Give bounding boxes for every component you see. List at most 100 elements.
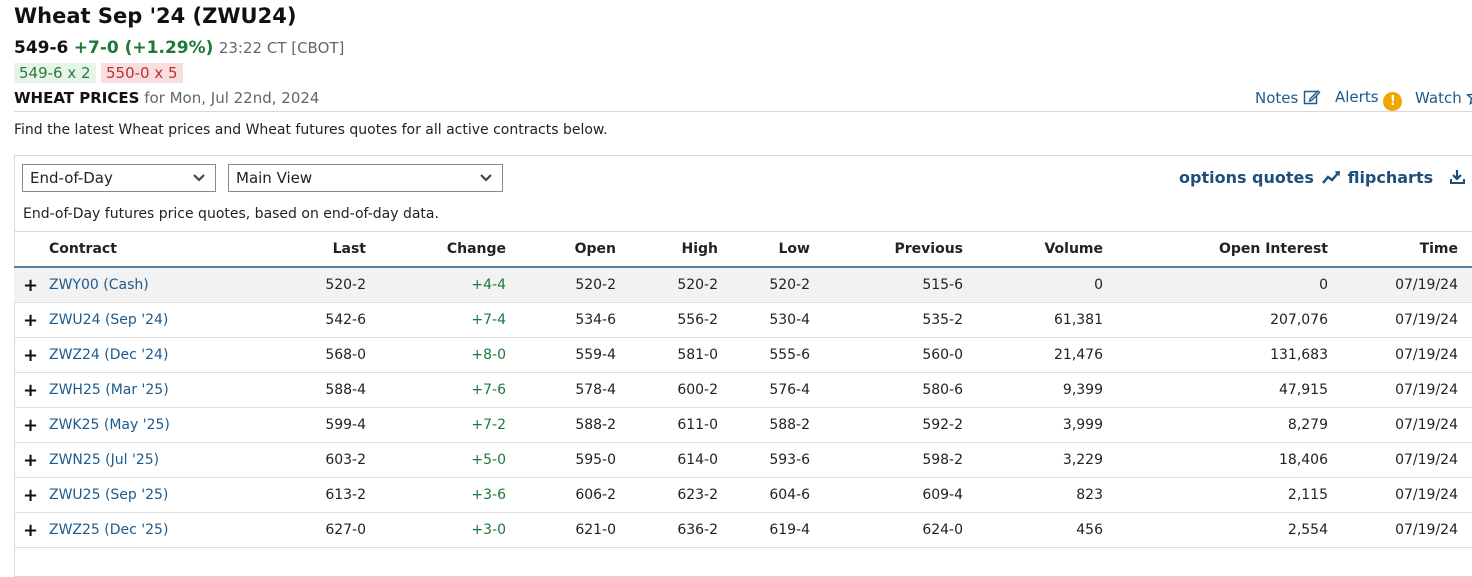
- last-cell: 542-6: [216, 302, 366, 338]
- time-cell: 07/19/24: [1328, 372, 1472, 408]
- time-cell: 07/19/24: [1328, 512, 1472, 548]
- previous-cell: 535-2: [810, 302, 963, 338]
- expand-plus-icon[interactable]: +: [14, 267, 49, 303]
- ask-badge: 550-0 x 5: [101, 63, 183, 83]
- previous-cell: 609-4: [810, 477, 963, 513]
- expand-plus-icon[interactable]: +: [14, 337, 49, 373]
- last-cell: 603-2: [216, 442, 366, 478]
- change-cell: +5-0: [366, 442, 506, 478]
- high-cell: 556-2: [616, 302, 718, 338]
- table-row: + ZWN25 (Jul '25) 603-2 +5-0 595-0 614-0 593-6…: [14, 442, 1472, 478]
- prices-label: WHEAT PRICES: [14, 89, 140, 107]
- period-select-value: End-of-Day: [30, 169, 113, 187]
- volume-cell: 3,999: [963, 407, 1103, 443]
- contract-link[interactable]: ZWU24 (Sep '24): [49, 302, 216, 338]
- open-cell: 588-2: [506, 407, 616, 443]
- change-cell: +7-6: [366, 372, 506, 408]
- quote-time: 23:22 CT [CBOT]: [218, 39, 345, 57]
- contract-link[interactable]: ZWH25 (Mar '25): [49, 372, 216, 408]
- low-cell: 520-2: [718, 267, 810, 303]
- change-cell: +7-2: [366, 407, 506, 443]
- high-cell: 520-2: [616, 267, 718, 303]
- contract-link[interactable]: ZWY00 (Cash): [49, 267, 216, 303]
- page-title: Wheat Sep '24 (ZWU24): [14, 4, 297, 28]
- contract-link[interactable]: ZWU25 (Sep '25): [49, 477, 216, 513]
- expand-plus-icon[interactable]: +: [14, 477, 49, 513]
- open-interest-cell: 2,554: [1103, 512, 1328, 548]
- last-cell: 627-0: [216, 512, 366, 548]
- contract-link[interactable]: ZWN25 (Jul '25): [49, 442, 216, 478]
- column-header-time[interactable]: Time: [1328, 231, 1472, 268]
- low-cell: 555-6: [718, 337, 810, 373]
- expand-plus-icon[interactable]: +: [14, 372, 49, 408]
- flipcharts-label: flipcharts: [1347, 168, 1434, 187]
- volume-cell: 9,399: [963, 372, 1103, 408]
- table-row: + ZWY00 (Cash) 520-2 +4-4 520-2 520-2 520-2 515…: [14, 267, 1472, 303]
- column-header-open[interactable]: Open: [506, 231, 616, 268]
- high-cell: 581-0: [616, 337, 718, 373]
- column-header-open-interest[interactable]: Open Interest: [1103, 231, 1328, 268]
- chevron-down-icon: [193, 174, 205, 182]
- open-interest-cell: 131,683: [1103, 337, 1328, 373]
- time-cell: 07/19/24: [1328, 442, 1472, 478]
- open-cell: 606-2: [506, 477, 616, 513]
- flipcharts-link[interactable]: flipcharts: [1322, 168, 1433, 187]
- previous-cell: 560-0: [810, 337, 963, 373]
- low-cell: 619-4: [718, 512, 810, 548]
- column-header-change[interactable]: Change: [366, 231, 506, 268]
- expand-plus-icon[interactable]: +: [14, 442, 49, 478]
- low-cell: 588-2: [718, 407, 810, 443]
- watch-label: Watch: [1415, 89, 1462, 107]
- previous-cell: 592-2: [810, 407, 963, 443]
- column-header-last[interactable]: Last: [216, 231, 366, 268]
- previous-cell: 624-0: [810, 512, 963, 548]
- notes-link[interactable]: Notes: [1255, 88, 1321, 107]
- volume-cell: 3,229: [963, 442, 1103, 478]
- open-cell: 595-0: [506, 442, 616, 478]
- high-cell: 623-2: [616, 477, 718, 513]
- volume-cell: 0: [963, 267, 1103, 303]
- volume-cell: 823: [963, 477, 1103, 513]
- time-cell: 07/19/24: [1328, 267, 1472, 303]
- open-interest-cell: 18,406: [1103, 442, 1328, 478]
- contract-link[interactable]: ZWK25 (May '25): [49, 407, 216, 443]
- time-cell: 07/19/24: [1328, 302, 1472, 338]
- view-select[interactable]: Main View: [228, 164, 503, 192]
- expand-plus-icon[interactable]: +: [14, 302, 49, 338]
- table-row: + ZWU25 (Sep '25) 613-2 +3-6 606-2 623-2 604-6…: [14, 477, 1472, 513]
- alert-icon: !: [1383, 92, 1403, 111]
- high-cell: 636-2: [616, 512, 718, 548]
- table-row: + ZWH25 (Mar '25) 588-4 +7-6 578-4 600-2 576-4…: [14, 372, 1472, 408]
- bid-badge: 549-6 x 2: [14, 63, 96, 83]
- alerts-link[interactable]: Alerts !: [1335, 88, 1403, 111]
- column-header-previous[interactable]: Previous: [810, 231, 963, 268]
- open-cell: 559-4: [506, 337, 616, 373]
- prices-heading: WHEAT PRICES for Mon, Jul 22nd, 2024: [14, 89, 319, 107]
- column-header-contract[interactable]: Contract: [49, 231, 216, 268]
- column-header-volume[interactable]: Volume: [963, 231, 1103, 268]
- contract-link[interactable]: ZWZ24 (Dec '24): [49, 337, 216, 373]
- last-cell: 568-0: [216, 337, 366, 373]
- volume-cell: 21,476: [963, 337, 1103, 373]
- download-link[interactable]: [1449, 168, 1467, 187]
- open-interest-cell: 8,279: [1103, 407, 1328, 443]
- last-cell: 520-2: [216, 267, 366, 303]
- edit-icon: [1303, 90, 1321, 105]
- volume-cell: 61,381: [963, 302, 1103, 338]
- change-cell: +8-0: [366, 337, 506, 373]
- view-select-value: Main View: [236, 169, 313, 187]
- expand-plus-icon[interactable]: +: [14, 512, 49, 548]
- open-cell: 520-2: [506, 267, 616, 303]
- low-cell: 604-6: [718, 477, 810, 513]
- contract-link[interactable]: ZWZ25 (Dec '25): [49, 512, 216, 548]
- options-quotes-link[interactable]: options quotes: [1179, 168, 1314, 187]
- watch-link[interactable]: Watch: [1415, 88, 1472, 107]
- column-header-high[interactable]: High: [616, 231, 718, 268]
- period-select[interactable]: End-of-Day: [22, 164, 216, 192]
- column-header-low[interactable]: Low: [718, 231, 810, 268]
- expand-plus-icon[interactable]: +: [14, 407, 49, 443]
- table-header-row: Contract Last Change Open High Low Previ…: [14, 231, 1472, 268]
- volume-cell: 456: [963, 512, 1103, 548]
- time-cell: 07/19/24: [1328, 407, 1472, 443]
- open-interest-cell: 0: [1103, 267, 1328, 303]
